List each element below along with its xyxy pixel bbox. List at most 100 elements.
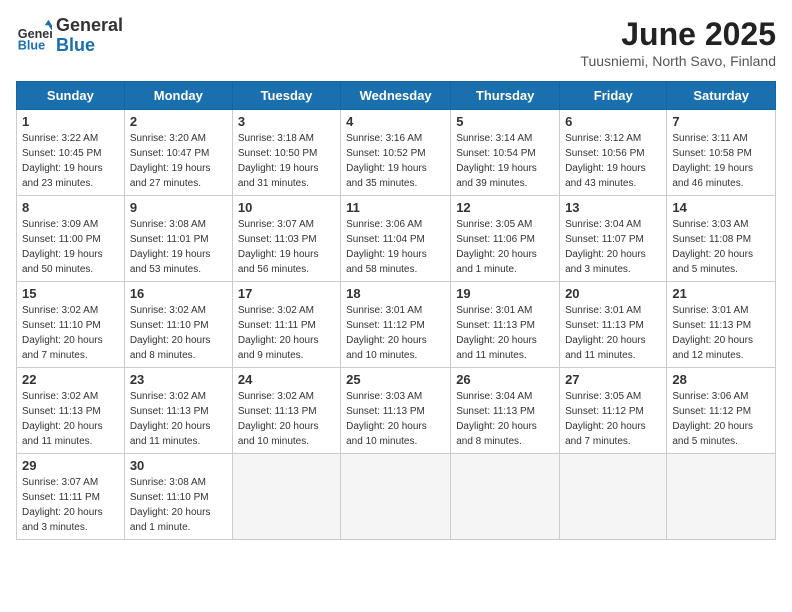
day-of-week-header: Wednesday (341, 82, 451, 110)
calendar-day-cell: 5 Sunrise: 3:14 AMSunset: 10:54 PMDayligh… (451, 110, 560, 196)
day-info: Sunrise: 3:06 AMSunset: 11:04 PMDaylight… (346, 217, 445, 277)
day-number: 5 (456, 114, 554, 129)
calendar-day-cell (560, 454, 667, 540)
day-number: 2 (130, 114, 227, 129)
day-number: 27 (565, 372, 661, 387)
month-year-title: June 2025 (580, 16, 776, 53)
calendar-day-cell: 25 Sunrise: 3:03 AMSunset: 11:13 PMDaylig… (341, 368, 451, 454)
day-info: Sunrise: 3:03 AMSunset: 11:13 PMDaylight… (346, 389, 445, 449)
page-header: General Blue General Blue June 2025 Tuus… (16, 16, 776, 69)
day-info: Sunrise: 3:04 AMSunset: 11:07 PMDaylight… (565, 217, 661, 277)
calendar-day-cell: 14Sunrise: 3:03 AMSunset: 11:08 PMDaylig… (667, 196, 776, 282)
calendar-day-cell: 4 Sunrise: 3:16 AMSunset: 10:52 PMDayligh… (341, 110, 451, 196)
calendar-day-cell: 7 Sunrise: 3:11 AMSunset: 10:58 PMDayligh… (667, 110, 776, 196)
day-number: 13 (565, 200, 661, 215)
calendar-day-cell: 27Sunrise: 3:05 AMSunset: 11:12 PMDaylig… (560, 368, 667, 454)
day-number: 30 (130, 458, 227, 473)
calendar-day-cell: 21 Sunrise: 3:01 AMSunset: 11:13 PMDaylig… (667, 282, 776, 368)
calendar-week-row: 29 Sunrise: 3:07 AMSunset: 11:11 PMDaylig… (17, 454, 776, 540)
logo-icon: General Blue (16, 18, 52, 54)
day-info: Sunrise: 3:08 AMSunset: 11:01 PMDaylight… (130, 217, 227, 277)
day-number: 9 (130, 200, 227, 215)
day-info: Sunrise: 3:14 AMSunset: 10:54 PMDaylight… (456, 131, 554, 191)
location-subtitle: Tuusniemi, North Savo, Finland (580, 53, 776, 69)
day-info: Sunrise: 3:11 AMSunset: 10:58 PMDaylight… (672, 131, 770, 191)
day-number: 11 (346, 200, 445, 215)
title-block: June 2025 Tuusniemi, North Savo, Finland (580, 16, 776, 69)
day-info: Sunrise: 3:02 AMSunset: 11:13 PMDaylight… (22, 389, 119, 449)
day-number: 28 (672, 372, 770, 387)
calendar-day-cell: 22 Sunrise: 3:02 AMSunset: 11:13 PMDaylig… (17, 368, 125, 454)
calendar-day-cell: 8 Sunrise: 3:09 AMSunset: 11:00 PMDayligh… (17, 196, 125, 282)
day-info: Sunrise: 3:06 AMSunset: 11:12 PMDaylight… (672, 389, 770, 449)
calendar-day-cell: 23 Sunrise: 3:02 AMSunset: 11:13 PMDaylig… (124, 368, 232, 454)
logo-general: General (56, 16, 123, 36)
day-info: Sunrise: 3:04 AMSunset: 11:13 PMDaylight… (456, 389, 554, 449)
day-number: 24 (238, 372, 335, 387)
day-info: Sunrise: 3:09 AMSunset: 11:00 PMDaylight… (22, 217, 119, 277)
day-number: 1 (22, 114, 119, 129)
calendar-day-cell: 29 Sunrise: 3:07 AMSunset: 11:11 PMDaylig… (17, 454, 125, 540)
day-number: 7 (672, 114, 770, 129)
day-info: Sunrise: 3:01 AMSunset: 11:12 PMDaylight… (346, 303, 445, 363)
day-info: Sunrise: 3:02 AMSunset: 11:10 PMDaylight… (130, 303, 227, 363)
calendar-day-cell: 3 Sunrise: 3:18 AMSunset: 10:50 PMDayligh… (232, 110, 340, 196)
calendar-week-row: 1Sunrise: 3:22 AMSunset: 10:45 PMDayligh… (17, 110, 776, 196)
day-info: Sunrise: 3:18 AMSunset: 10:50 PMDaylight… (238, 131, 335, 191)
calendar-day-cell (232, 454, 340, 540)
day-of-week-header: Thursday (451, 82, 560, 110)
day-number: 19 (456, 286, 554, 301)
calendar-day-cell: 2 Sunrise: 3:20 AMSunset: 10:47 PMDayligh… (124, 110, 232, 196)
day-info: Sunrise: 3:12 AMSunset: 10:56 PMDaylight… (565, 131, 661, 191)
day-number: 22 (22, 372, 119, 387)
day-info: Sunrise: 3:01 AMSunset: 11:13 PMDaylight… (456, 303, 554, 363)
calendar-day-cell: 28 Sunrise: 3:06 AMSunset: 11:12 PMDaylig… (667, 368, 776, 454)
calendar-day-cell: 17Sunrise: 3:02 AMSunset: 11:11 PMDaylig… (232, 282, 340, 368)
calendar-week-row: 15 Sunrise: 3:02 AMSunset: 11:10 PMDaylig… (17, 282, 776, 368)
calendar-day-cell: 20Sunrise: 3:01 AMSunset: 11:13 PMDaylig… (560, 282, 667, 368)
day-number: 16 (130, 286, 227, 301)
calendar-day-cell: 1Sunrise: 3:22 AMSunset: 10:45 PMDayligh… (17, 110, 125, 196)
day-number: 26 (456, 372, 554, 387)
logo: General Blue General Blue (16, 16, 123, 56)
day-of-week-header: Tuesday (232, 82, 340, 110)
day-number: 8 (22, 200, 119, 215)
logo-blue: Blue (56, 36, 123, 56)
day-info: Sunrise: 3:02 AMSunset: 11:10 PMDaylight… (22, 303, 119, 363)
calendar-day-cell: 13 Sunrise: 3:04 AMSunset: 11:07 PMDaylig… (560, 196, 667, 282)
day-number: 25 (346, 372, 445, 387)
calendar-day-cell: 30 Sunrise: 3:08 AMSunset: 11:10 PMDaylig… (124, 454, 232, 540)
day-number: 18 (346, 286, 445, 301)
day-info: Sunrise: 3:01 AMSunset: 11:13 PMDaylight… (565, 303, 661, 363)
day-number: 3 (238, 114, 335, 129)
day-number: 15 (22, 286, 119, 301)
calendar-day-cell (341, 454, 451, 540)
day-number: 4 (346, 114, 445, 129)
day-info: Sunrise: 3:07 AMSunset: 11:03 PMDaylight… (238, 217, 335, 277)
calendar-day-cell: 18 Sunrise: 3:01 AMSunset: 11:12 PMDaylig… (341, 282, 451, 368)
day-info: Sunrise: 3:02 AMSunset: 11:11 PMDaylight… (238, 303, 335, 363)
day-info: Sunrise: 3:08 AMSunset: 11:10 PMDaylight… (130, 475, 227, 535)
calendar-day-cell: 9 Sunrise: 3:08 AMSunset: 11:01 PMDayligh… (124, 196, 232, 282)
day-number: 10 (238, 200, 335, 215)
day-of-week-header: Monday (124, 82, 232, 110)
day-info: Sunrise: 3:16 AMSunset: 10:52 PMDaylight… (346, 131, 445, 191)
calendar-day-cell: 11 Sunrise: 3:06 AMSunset: 11:04 PMDaylig… (341, 196, 451, 282)
day-info: Sunrise: 3:05 AMSunset: 11:06 PMDaylight… (456, 217, 554, 277)
day-info: Sunrise: 3:03 AMSunset: 11:08 PMDaylight… (672, 217, 770, 277)
day-info: Sunrise: 3:01 AMSunset: 11:13 PMDaylight… (672, 303, 770, 363)
calendar-header-row: SundayMondayTuesdayWednesdayThursdayFrid… (17, 82, 776, 110)
day-number: 21 (672, 286, 770, 301)
calendar-day-cell: 19 Sunrise: 3:01 AMSunset: 11:13 PMDaylig… (451, 282, 560, 368)
calendar-day-cell: 6Sunrise: 3:12 AMSunset: 10:56 PMDayligh… (560, 110, 667, 196)
calendar-day-cell: 26 Sunrise: 3:04 AMSunset: 11:13 PMDaylig… (451, 368, 560, 454)
calendar-day-cell: 24 Sunrise: 3:02 AMSunset: 11:13 PMDaylig… (232, 368, 340, 454)
day-number: 29 (22, 458, 119, 473)
calendar-week-row: 8 Sunrise: 3:09 AMSunset: 11:00 PMDayligh… (17, 196, 776, 282)
day-info: Sunrise: 3:02 AMSunset: 11:13 PMDaylight… (238, 389, 335, 449)
day-info: Sunrise: 3:02 AMSunset: 11:13 PMDaylight… (130, 389, 227, 449)
day-info: Sunrise: 3:20 AMSunset: 10:47 PMDaylight… (130, 131, 227, 191)
day-info: Sunrise: 3:07 AMSunset: 11:11 PMDaylight… (22, 475, 119, 535)
day-number: 23 (130, 372, 227, 387)
logo-text: General Blue (56, 16, 123, 56)
